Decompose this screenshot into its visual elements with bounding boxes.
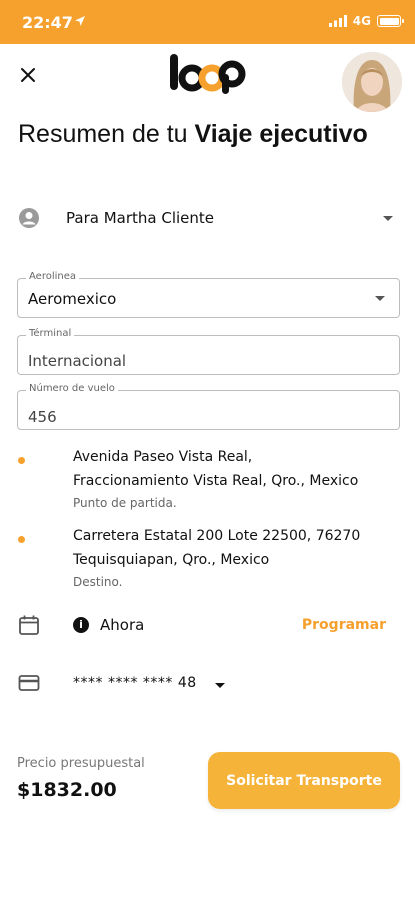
terminal-field[interactable]: Términal Internacional: [17, 328, 400, 375]
schedule-row: i Ahora Programar: [18, 612, 398, 642]
when-label: Ahora: [100, 616, 145, 634]
destination-line2: Tequisquiapan, Qro., Mexico: [73, 552, 270, 568]
request-transport-button[interactable]: Solicitar Transporte: [208, 752, 400, 809]
info-icon: i: [73, 617, 89, 633]
origin-line2: Fraccionamiento Vista Real, Qro., Mexico: [73, 473, 359, 489]
price-value: $1832.00: [17, 779, 117, 801]
credit-card-icon: [18, 675, 40, 691]
destination-dot-icon: [18, 536, 25, 543]
title-regular: Resumen de tu: [18, 120, 195, 148]
calendar-icon: [19, 615, 39, 635]
signal-icon: [328, 15, 347, 27]
chevron-down-icon: [383, 216, 393, 221]
page-title: Resumen de tu Viaje ejecutivo: [18, 118, 398, 150]
avatar-image: [342, 52, 402, 112]
payment-selector[interactable]: **** **** **** 48: [18, 670, 398, 700]
airline-select[interactable]: Aerolinea Aeromexico: [17, 271, 400, 318]
flight-number-value: 456: [28, 408, 57, 426]
passenger-label: Para Martha Cliente: [66, 209, 214, 227]
origin-dot-icon: [18, 457, 25, 464]
title-bold: Viaje ejecutivo: [194, 120, 368, 148]
flight-number-field[interactable]: Número de vuelo 456: [17, 383, 400, 430]
card-number: **** **** **** 48: [73, 675, 197, 691]
status-time: 22:47: [22, 13, 73, 32]
chevron-down-icon: [375, 296, 385, 301]
status-bar: 22:47 4G: [0, 0, 415, 44]
airline-value: Aeromexico: [28, 290, 117, 308]
price-caption: Precio presupuestal: [17, 756, 145, 771]
terminal-label: Términal: [26, 328, 75, 339]
chevron-down-icon: [215, 683, 225, 688]
user-avatar[interactable]: [342, 52, 402, 112]
status-indicators: 4G: [328, 14, 404, 28]
airline-label: Aerolinea: [26, 271, 80, 282]
origin-address[interactable]: Avenida Paseo Vista Real, Fraccionamient…: [18, 445, 403, 515]
passenger-selector[interactable]: Para Martha Cliente: [18, 205, 398, 233]
flight-number-label: Número de vuelo: [26, 383, 118, 394]
person-icon: [19, 208, 39, 228]
origin-caption: Punto de partida.: [73, 496, 177, 510]
terminal-value: Internacional: [28, 352, 127, 370]
destination-caption: Destino.: [73, 575, 123, 589]
origin-line1: Avenida Paseo Vista Real,: [73, 449, 253, 465]
close-icon[interactable]: [16, 63, 40, 87]
destination-address[interactable]: Carretera Estatal 200 Lote 22500, 76270 …: [18, 524, 403, 594]
location-arrow-icon: [75, 16, 85, 26]
loop-logo: [170, 54, 246, 94]
network-type: 4G: [352, 14, 371, 28]
battery-icon: [377, 15, 404, 27]
destination-line1: Carretera Estatal 200 Lote 22500, 76270: [73, 528, 361, 544]
schedule-button[interactable]: Programar: [302, 617, 386, 633]
